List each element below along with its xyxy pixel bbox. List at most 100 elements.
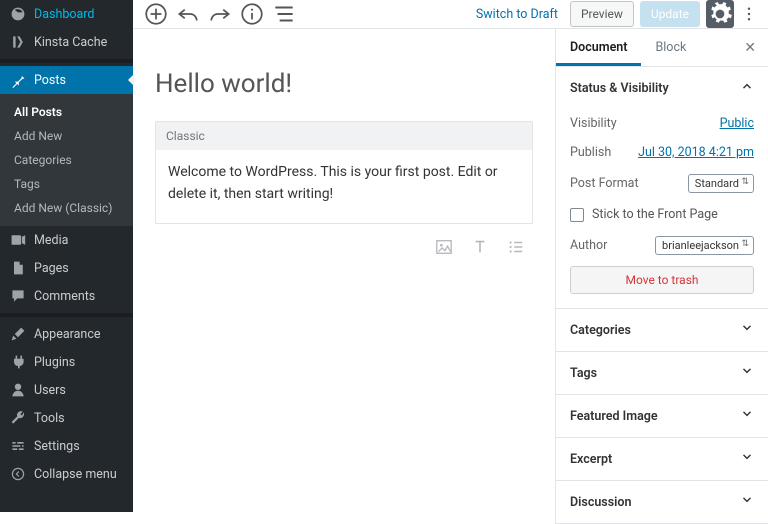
image-icon[interactable]: [435, 238, 453, 256]
kinsta-icon: [10, 34, 26, 50]
plug-icon: [10, 354, 26, 370]
submenu-categories[interactable]: Categories: [0, 148, 133, 172]
chevron-down-icon: [740, 450, 754, 468]
panel-toggle[interactable]: Tags: [556, 352, 768, 394]
menu-label: Kinsta Cache: [34, 35, 107, 50]
menu-label: Pages: [34, 261, 69, 276]
block-inserter-shortcuts: [155, 238, 533, 256]
menu-separator: [0, 313, 133, 317]
panel-toggle[interactable]: Status & Visibility: [556, 67, 768, 109]
panel-title: Featured Image: [570, 409, 658, 424]
undo-button[interactable]: [175, 1, 201, 27]
menu-appearance[interactable]: Appearance: [0, 320, 133, 348]
comments-icon: [10, 288, 26, 304]
heading-icon[interactable]: [471, 238, 489, 256]
panel-toggle[interactable]: Discussion: [556, 481, 768, 523]
stick-front-page-checkbox[interactable]: [570, 208, 584, 222]
pin-icon: [10, 72, 26, 88]
chevron-down-icon: [740, 364, 754, 382]
panel-title: Discussion: [570, 495, 631, 510]
chevron-down-icon: [740, 321, 754, 339]
collapse-icon: [10, 466, 26, 482]
menu-dashboard[interactable]: Dashboard: [0, 0, 133, 28]
panel-toggle[interactable]: Excerpt: [556, 438, 768, 480]
panel-title: Tags: [570, 366, 597, 381]
menu-label: Users: [34, 383, 66, 398]
visibility-value-link[interactable]: Public: [720, 116, 754, 131]
menu-label: Collapse menu: [34, 467, 117, 482]
classic-block-content[interactable]: Welcome to WordPress. This is your first…: [156, 150, 532, 223]
menu-users[interactable]: Users: [0, 376, 133, 404]
author-label: Author: [570, 238, 607, 253]
panel-toggle[interactable]: Featured Image: [556, 395, 768, 437]
menu-label: Comments: [34, 289, 95, 304]
more-menu-button[interactable]: [740, 5, 758, 23]
panel-title: Categories: [570, 323, 631, 338]
editor-main: Switch to Draft Preview Update Hello wor…: [133, 0, 768, 512]
menu-comments[interactable]: Comments: [0, 282, 133, 310]
publish-date-link[interactable]: Jul 30, 2018 4:21 pm: [638, 145, 754, 160]
panel-categories: Categories: [556, 309, 768, 352]
post-format-label: Post Format: [570, 176, 639, 191]
menu-tools[interactable]: Tools: [0, 404, 133, 432]
switch-to-draft-button[interactable]: Switch to Draft: [470, 3, 564, 26]
menu-plugins[interactable]: Plugins: [0, 348, 133, 376]
editor-toolbar: Switch to Draft Preview Update: [133, 0, 768, 29]
editor-canvas[interactable]: Hello world! Classic Welcome to WordPres…: [133, 29, 556, 524]
close-inspector-button[interactable]: ✕: [732, 40, 768, 56]
brush-icon: [10, 326, 26, 342]
classic-block[interactable]: Classic Welcome to WordPress. This is yo…: [155, 121, 533, 224]
settings-toggle-button[interactable]: [706, 0, 734, 28]
chevron-down-icon: [740, 407, 754, 425]
panel-toggle[interactable]: Categories: [556, 309, 768, 351]
update-button: Update: [640, 1, 700, 27]
menu-label: Dashboard: [34, 7, 94, 22]
sliders-icon: [10, 438, 26, 454]
media-icon: [10, 232, 26, 248]
menu-posts[interactable]: Posts: [0, 66, 133, 94]
dashboard-icon: [10, 6, 26, 22]
visibility-label: Visibility: [570, 116, 617, 131]
move-to-trash-button[interactable]: Move to trash: [570, 266, 754, 294]
chevron-up-icon: [740, 79, 754, 97]
tab-document[interactable]: Document: [556, 29, 641, 66]
chevron-down-icon: [740, 493, 754, 511]
menu-settings[interactable]: Settings: [0, 432, 133, 460]
submenu-all-posts[interactable]: All Posts: [0, 100, 133, 124]
panel-excerpt: Excerpt: [556, 438, 768, 481]
submenu-posts: All Posts Add New Categories Tags Add Ne…: [0, 94, 133, 226]
menu-label: Media: [34, 233, 68, 248]
menu-label: Plugins: [34, 355, 75, 370]
tab-block[interactable]: Block: [641, 29, 700, 66]
publish-label: Publish: [570, 145, 611, 160]
panel-featured-image: Featured Image: [556, 395, 768, 438]
add-block-button[interactable]: [143, 1, 169, 27]
menu-label: Appearance: [34, 327, 101, 342]
classic-block-label: Classic: [156, 122, 532, 150]
outline-button[interactable]: [271, 1, 297, 27]
post-format-select[interactable]: Standard: [688, 174, 754, 193]
menu-pages[interactable]: Pages: [0, 254, 133, 282]
menu-label: Tools: [34, 411, 65, 426]
stick-label: Stick to the Front Page: [592, 207, 718, 222]
users-icon: [10, 382, 26, 398]
menu-kinsta[interactable]: Kinsta Cache: [0, 28, 133, 56]
panel-title: Excerpt: [570, 452, 612, 467]
menu-separator: [0, 59, 133, 63]
menu-collapse[interactable]: Collapse menu: [0, 460, 133, 488]
menu-media[interactable]: Media: [0, 226, 133, 254]
author-select[interactable]: brianleejackson: [655, 236, 754, 255]
submenu-add-new[interactable]: Add New: [0, 124, 133, 148]
post-title[interactable]: Hello world!: [155, 69, 533, 99]
preview-button[interactable]: Preview: [570, 1, 634, 27]
info-button[interactable]: [239, 1, 265, 27]
redo-button[interactable]: [207, 1, 233, 27]
inspector-tabs: Document Block ✕: [556, 29, 768, 67]
submenu-tags[interactable]: Tags: [0, 172, 133, 196]
submenu-add-new-classic[interactable]: Add New (Classic): [0, 196, 133, 220]
inspector-panel: Document Block ✕ Status & Visibility Vis…: [556, 29, 768, 524]
panel-status-visibility: Status & Visibility Visibility Public Pu…: [556, 67, 768, 309]
wrench-icon: [10, 410, 26, 426]
menu-label: Posts: [34, 73, 66, 88]
list-icon[interactable]: [507, 238, 525, 256]
